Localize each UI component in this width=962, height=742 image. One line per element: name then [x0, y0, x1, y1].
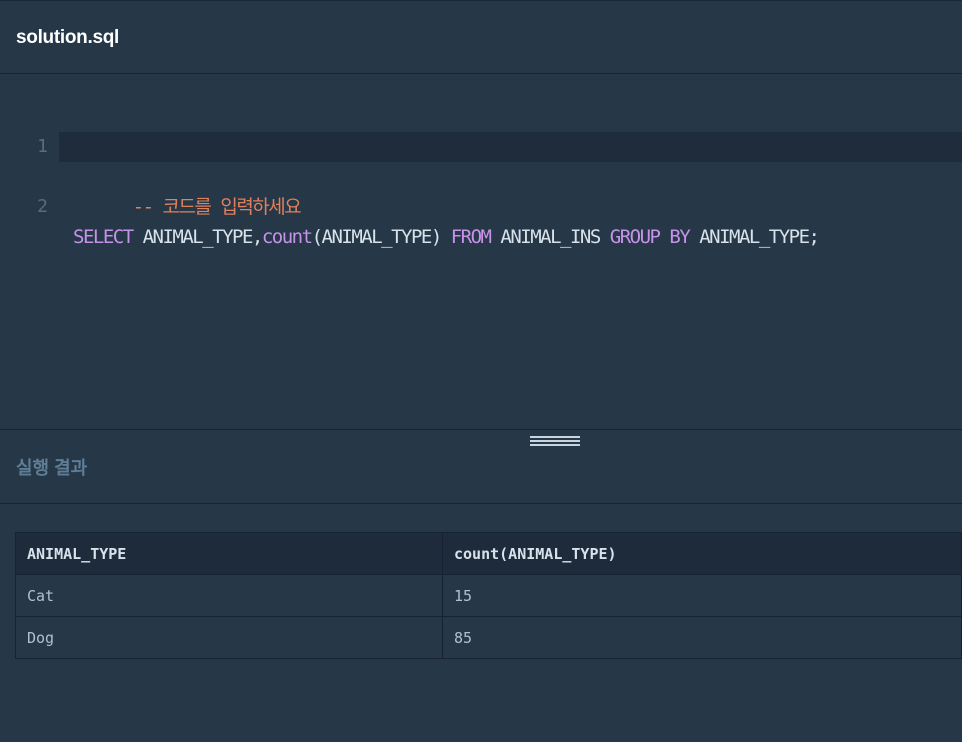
code-text: SELECT ANIMAL_TYPE,count(ANIMAL_TYPE) FR… [73, 222, 820, 252]
drag-handle-icon[interactable] [530, 434, 580, 448]
table-cell: Cat [15, 574, 443, 617]
comment-token: -- 코드를 입력하세요 [132, 196, 302, 218]
table-cell: 15 [442, 574, 962, 617]
plain-token: (ANIMAL_TYPE) [311, 226, 451, 248]
code-editor[interactable]: 1 -- 코드를 입력하세요 2 SELECT ANIMAL_TYPE,coun… [0, 74, 962, 429]
file-title: solution.sql [16, 27, 120, 48]
code-line-1[interactable]: 1 -- 코드를 입력하세요 [0, 102, 962, 218]
column-header: count(ANIMAL_TYPE) [442, 532, 962, 575]
code-line-2[interactable]: 2 SELECT ANIMAL_TYPE,count(ANIMAL_TYPE) … [0, 132, 962, 248]
active-line-highlight [59, 132, 962, 162]
result-table: ANIMAL_TYPE count(ANIMAL_TYPE) Cat 15 Do… [15, 532, 962, 659]
line-number: 2 [37, 196, 48, 217]
keyword-token: GROUP BY [609, 226, 691, 248]
result-header: 실행 결과 [0, 430, 962, 504]
file-header: solution.sql [0, 0, 962, 74]
function-token: count [261, 226, 313, 248]
panel-divider [0, 429, 962, 430]
result-title: 실행 결과 [16, 458, 88, 478]
table-header-row: ANIMAL_TYPE count(ANIMAL_TYPE) [15, 532, 962, 575]
plain-token: ANIMAL_TYPE, [132, 226, 264, 248]
keyword-token: SELECT [73, 226, 134, 248]
plain-token: ANIMAL_INS [490, 226, 610, 248]
table-cell: 85 [442, 616, 962, 659]
column-header: ANIMAL_TYPE [15, 532, 443, 575]
table-row: Cat 15 [15, 574, 962, 617]
table-row: Dog 85 [15, 616, 962, 659]
keyword-token: FROM [450, 226, 492, 248]
plain-token: ANIMAL_TYPE; [689, 226, 820, 248]
table-cell: Dog [15, 616, 443, 659]
